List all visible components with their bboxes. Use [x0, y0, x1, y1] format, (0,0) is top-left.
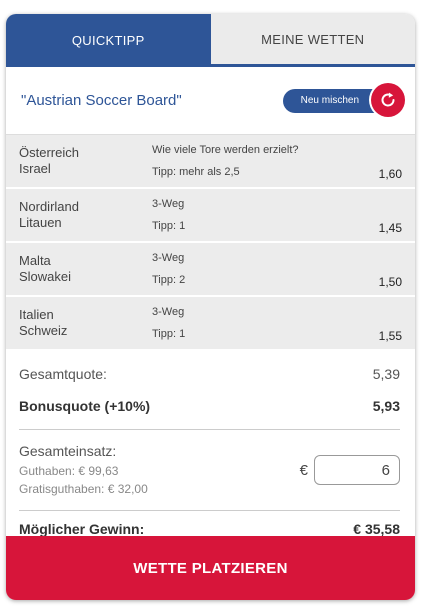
bet-market: Wie viele Tore werden erzielt?: [152, 144, 299, 156]
bonus-odds-row: Bonusquote (+10%) 5,93: [19, 393, 400, 430]
quicktipp-widget: QUICKTIPP MEINE WETTEN "Austrian Soccer …: [6, 14, 415, 600]
stake-input[interactable]: [314, 455, 400, 485]
bet-odd: 1,50: [378, 275, 402, 289]
bonus-odds-value: 5,93: [372, 398, 400, 414]
bet-odd: 1,60: [378, 167, 402, 181]
bet-market: 3-Weg: [152, 306, 185, 318]
stake-section: Gesamteinsatz: Guthaben: € 99,63 Gratisg…: [19, 430, 400, 511]
home-team: Italien: [19, 307, 54, 322]
bet-tip: Tipp: 2: [152, 274, 186, 286]
place-bet-button[interactable]: WETTE PLATZIEREN: [6, 536, 415, 600]
total-odds-row: Gesamtquote: 5,39: [19, 351, 400, 393]
refresh-icon[interactable]: [371, 82, 405, 117]
bet-market: 3-Weg: [152, 252, 185, 264]
match-row: Italien Schweiz 3-Weg Tipp: 1 1,55: [6, 297, 415, 349]
bet-tip: Tipp: mehr als 2,5: [152, 166, 240, 178]
currency-symbol: €: [299, 461, 308, 479]
away-team: Israel: [19, 161, 51, 176]
tab-meine-wetten[interactable]: MEINE WETTEN: [210, 14, 415, 67]
away-team: Schweiz: [19, 323, 68, 338]
balance-text: Guthaben: € 99,63: [19, 463, 119, 478]
away-team: Litauen: [19, 215, 62, 230]
tab-bar: QUICKTIPP MEINE WETTEN: [6, 14, 415, 67]
bet-summary: Gesamtquote: 5,39 Bonusquote (+10%) 5,93…: [6, 351, 415, 546]
bonus-odds-label: Bonusquote (+10%): [19, 398, 151, 414]
board-header: "Austrian Soccer Board" Neu mischen: [6, 67, 415, 135]
total-odds-value: 5,39: [372, 366, 400, 382]
total-odds-label: Gesamtquote:: [19, 366, 107, 382]
match-row: Österreich Israel Wie viele Tore werden …: [6, 135, 415, 187]
possible-win-value: € 35,58: [353, 520, 400, 537]
home-team: Malta: [19, 253, 51, 268]
match-row: Nordirland Litauen 3-Weg Tipp: 1 1,45: [6, 189, 415, 241]
reshuffle-button[interactable]: Neu mischen: [282, 82, 405, 117]
board-name: "Austrian Soccer Board": [21, 92, 182, 109]
bet-odd: 1,55: [378, 329, 402, 343]
stake-label: Gesamteinsatz:: [19, 442, 117, 459]
bet-market: 3-Weg: [152, 198, 185, 210]
home-team: Nordirland: [19, 199, 79, 214]
free-balance-text: Gratisguthaben: € 32,00: [19, 481, 148, 496]
match-row: Malta Slowakei 3-Weg Tipp: 2 1,50: [6, 243, 415, 295]
bet-odd: 1,45: [378, 221, 402, 235]
bet-tip: Tipp: 1: [152, 220, 186, 232]
tab-quicktipp[interactable]: QUICKTIPP: [6, 14, 211, 67]
possible-win-label: Möglicher Gewinn:: [19, 520, 145, 537]
home-team: Österreich: [19, 145, 79, 160]
reshuffle-label: Neu mischen: [300, 95, 359, 106]
match-list: Österreich Israel Wie viele Tore werden …: [6, 135, 415, 349]
bet-tip: Tipp: 1: [152, 328, 186, 340]
away-team: Slowakei: [19, 269, 72, 284]
